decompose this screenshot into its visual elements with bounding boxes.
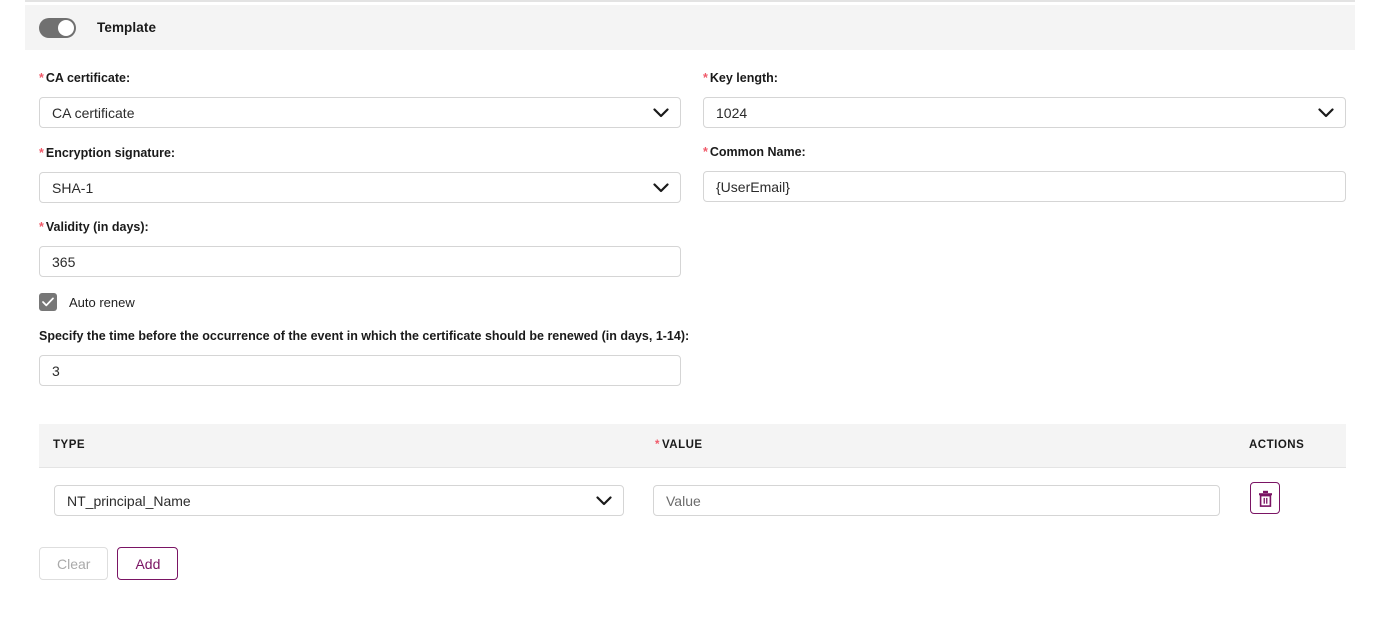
delete-row-button[interactable]: [1250, 482, 1280, 514]
validity-value: 365: [52, 253, 76, 270]
template-section-title: Template: [97, 20, 157, 35]
required-asterisk: *: [703, 71, 708, 85]
common-name-label: * Common Name:: [703, 145, 806, 160]
add-button[interactable]: Add: [117, 547, 179, 580]
renew-window-input[interactable]: 3: [39, 355, 681, 386]
row-type-select[interactable]: NT_principal_Name: [54, 485, 624, 516]
common-name-label-text: Common Name:: [709, 145, 806, 159]
column-header-value-text: VALUE: [661, 439, 703, 451]
auto-renew-label: Auto renew: [69, 294, 135, 310]
required-asterisk: *: [703, 145, 708, 159]
chevron-down-icon: [1318, 107, 1334, 118]
row-value-placeholder: Value: [666, 492, 701, 509]
validity-label-text: Validity (in days):: [45, 220, 149, 234]
row-value-input[interactable]: Value: [653, 485, 1220, 516]
required-asterisk: *: [39, 146, 44, 160]
table-header-row: TYPE * VALUE ACTIONS: [39, 424, 1346, 468]
encryption-signature-value: SHA-1: [52, 179, 94, 196]
top-divider: [25, 0, 1355, 2]
table-row: NT_principal_Name Value: [39, 468, 1346, 536]
table-action-buttons: Clear Add: [39, 547, 179, 580]
chevron-down-icon: [653, 107, 669, 118]
validity-label: * Validity (in days):: [39, 220, 149, 235]
validity-input[interactable]: 365: [39, 246, 681, 277]
ca-certificate-label-text: CA certificate:: [45, 71, 131, 85]
required-asterisk: *: [39, 220, 44, 234]
column-header-actions: ACTIONS: [1249, 439, 1305, 451]
auto-renew-checkbox-row[interactable]: Auto renew: [39, 293, 135, 311]
chevron-down-icon: [653, 182, 669, 193]
check-icon: [42, 297, 54, 307]
required-asterisk: *: [39, 71, 44, 85]
column-header-type: TYPE: [53, 439, 86, 451]
key-length-select[interactable]: 1024: [703, 97, 1346, 128]
key-length-label: * Key length:: [703, 71, 778, 86]
san-attributes-table: TYPE * VALUE ACTIONS NT_principal_Name Va…: [39, 424, 1346, 536]
common-name-value: {UserEmail}: [716, 178, 790, 195]
renew-window-help-text: Specify the time before the occurrence o…: [39, 329, 690, 343]
certificate-template-form: Template * CA certificate: CA certificate…: [0, 0, 1382, 621]
common-name-input[interactable]: {UserEmail}: [703, 171, 1346, 202]
encryption-signature-label-text: Encryption signature:: [45, 146, 176, 160]
chevron-down-icon: [596, 495, 612, 506]
column-header-value: * VALUE: [655, 439, 703, 451]
row-type-value: NT_principal_Name: [67, 492, 191, 509]
ca-certificate-select[interactable]: CA certificate: [39, 97, 681, 128]
trash-icon: [1258, 490, 1272, 507]
required-asterisk: *: [655, 439, 660, 451]
template-section-header: Template: [25, 5, 1355, 50]
clear-button[interactable]: Clear: [39, 547, 109, 580]
template-toggle[interactable]: [39, 17, 76, 38]
key-length-label-text: Key length:: [709, 71, 778, 85]
key-length-value: 1024: [716, 104, 748, 121]
renew-window-value: 3: [52, 362, 60, 379]
template-toggle-knob: [58, 19, 74, 36]
auto-renew-checkbox[interactable]: [39, 293, 57, 311]
encryption-signature-label: * Encryption signature:: [39, 146, 175, 161]
encryption-signature-select[interactable]: SHA-1: [39, 172, 681, 203]
ca-certificate-value: CA certificate: [52, 104, 135, 121]
ca-certificate-label: * CA certificate:: [39, 71, 130, 86]
row-actions-cell: [1250, 482, 1280, 514]
